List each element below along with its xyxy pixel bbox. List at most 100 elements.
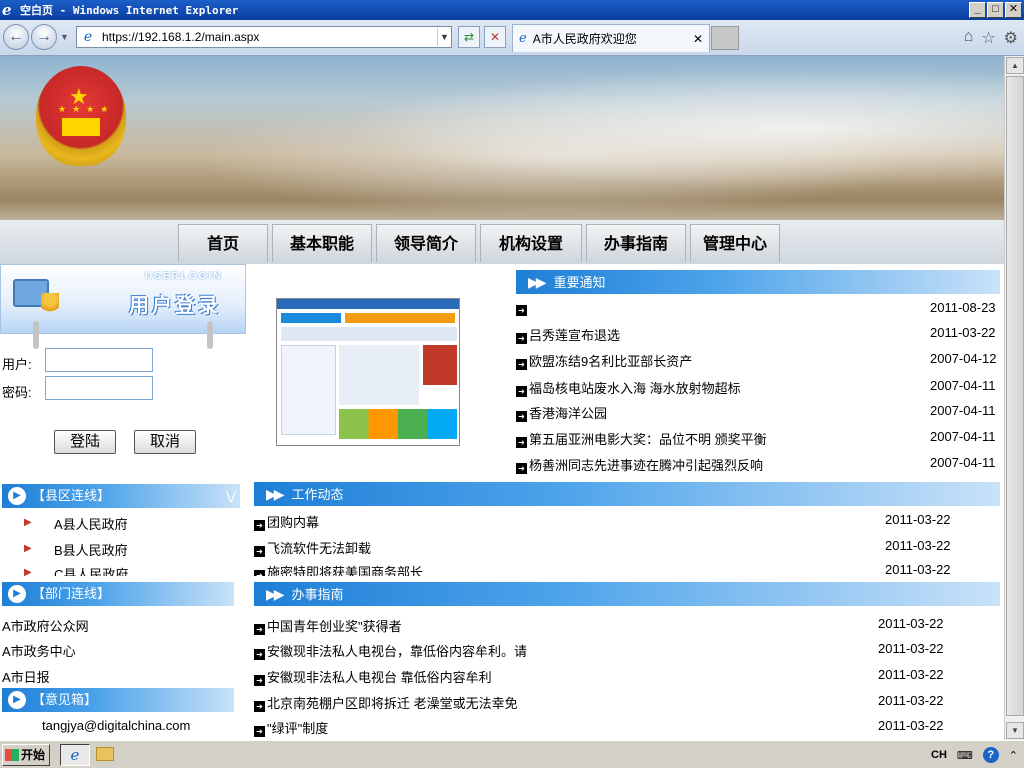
arrow-bullet-icon: ➜	[516, 437, 527, 448]
work-news-title: 工作动态	[291, 487, 344, 502]
minimize-button[interactable]: _	[969, 2, 986, 18]
address-url[interactable]: https://192.168.1.2/main.aspx	[102, 30, 437, 44]
arrow-bullet-icon: ➜	[254, 649, 265, 660]
guide-title: 办事指南	[291, 587, 344, 602]
tab-ie-icon: e	[519, 31, 527, 46]
red-arrow-icon: ▶	[24, 567, 32, 576]
favorites-star-icon[interactable]: ☆	[981, 28, 995, 48]
new-tab-button[interactable]	[711, 26, 739, 50]
start-button[interactable]: 开始	[2, 744, 50, 766]
work-news-row[interactable]: ➜ 飞流软件无法卸载	[254, 538, 371, 557]
work-news-row[interactable]: ➜ 施密特即将获美国商务部长	[254, 562, 423, 576]
notice-date: 2007-04-11	[930, 378, 996, 393]
keyboard-icon[interactable]: ⌨	[957, 749, 973, 762]
arrow-bullet-icon: ➜	[254, 624, 265, 635]
notice-row[interactable]: ➜ 吕秀莲宣布退选	[516, 325, 620, 344]
dept-links-header: ▶ 【部门连线】	[2, 582, 234, 606]
login-button[interactable]: 登陆	[54, 430, 116, 454]
nav-leaders[interactable]: 领导简介	[376, 224, 476, 262]
scroll-up-icon[interactable]: ▲	[1006, 57, 1024, 74]
guide-row[interactable]: ➜ 安徽现非法私人电视台 靠低俗内容牟利	[254, 667, 492, 686]
vertical-scrollbar[interactable]: ▲ ▼	[1004, 56, 1024, 740]
guide-row[interactable]: ➜ 北京南苑棚户区即将拆迁 老澡堂或无法幸免	[254, 693, 518, 712]
notice-date: 2011-08-23	[930, 300, 996, 315]
county-link[interactable]: B县人民政府	[54, 540, 128, 559]
dept-links-title: 【部门连线】	[32, 586, 111, 601]
arrow-bullet-icon: ➜	[516, 359, 527, 370]
password-input[interactable]	[45, 376, 153, 400]
county-links-list: ▶ A县人民政府 ▶ B县人民政府 ▶ C县人民政府	[0, 508, 240, 576]
county-link[interactable]: C县人民政府	[54, 564, 128, 576]
address-bar[interactable]: e https://192.168.1.2/main.aspx ▼	[76, 26, 452, 48]
play-circle-icon: ▶	[8, 585, 26, 603]
home-icon[interactable]: ⌂	[964, 28, 974, 48]
scroll-down-icon[interactable]: ▼	[1006, 722, 1024, 739]
website-thumbnail-image[interactable]	[276, 298, 460, 446]
cancel-button[interactable]: 取消	[134, 430, 196, 454]
nav-organization[interactable]: 机构设置	[480, 224, 582, 262]
guide-date: 2011-03-22	[878, 641, 944, 656]
address-dropdown-icon[interactable]: ▼	[437, 28, 451, 46]
nav-admin[interactable]: 管理中心	[690, 224, 780, 262]
play-circle-icon: ▶	[8, 487, 26, 505]
double-arrow-icon: ▶▶	[266, 486, 284, 502]
feedback-email-link[interactable]: tangjya@digitalchina.com	[42, 718, 190, 733]
work-news-date: 2011-03-22	[885, 538, 951, 553]
tools-gear-icon[interactable]: ⚙	[1004, 28, 1018, 48]
notice-row[interactable]: ➜ 杨善洲同志先进事迹在腾冲引起强烈反响	[516, 455, 763, 474]
national-emblem-icon: ★ ★★★★	[36, 66, 126, 166]
notice-row[interactable]: ➜ 福岛核电站废水入海 海水放射物超标	[516, 378, 741, 397]
notice-row[interactable]: ➜ 香港海洋公园	[516, 403, 607, 422]
maximize-button[interactable]: □	[987, 2, 1004, 18]
window-titlebar: e 空白页 - Windows Internet Explorer _ □ ✕	[0, 0, 1024, 20]
red-arrow-icon: ▶	[24, 543, 32, 554]
dept-link[interactable]: A市日报	[2, 667, 50, 686]
arrow-bullet-icon: ➜	[516, 411, 527, 422]
user-figure-icon	[41, 293, 59, 317]
arrow-bullet-icon: ➜	[516, 333, 527, 344]
guide-row[interactable]: ➜ 安徽现非法私人电视台，靠低俗内容牟利。请	[254, 641, 527, 660]
windows-logo-icon	[5, 749, 19, 761]
browser-tab[interactable]: e A市人民政府欢迎您 ✕	[512, 24, 710, 52]
notice-date: 2007-04-11	[930, 455, 996, 470]
scroll-thumb[interactable]	[1006, 76, 1024, 716]
system-tray: CH ⌨ ? ⌃	[931, 744, 1024, 766]
browser-toolbar: ← → ▼ e https://192.168.1.2/main.aspx ▼ …	[0, 20, 1024, 56]
notice-row[interactable]: ➜ 第五届亚洲电影大奖：品位不明 颁奖平衡	[516, 429, 767, 448]
guide-date: 2011-03-22	[878, 616, 944, 631]
taskbar-ie-icon[interactable]: e	[60, 744, 90, 766]
arrow-bullet-icon: ➜	[254, 726, 265, 737]
arrow-bullet-icon: ➜	[516, 463, 527, 474]
dept-link[interactable]: A市政府公众网	[2, 616, 89, 635]
tab-close-button[interactable]: ✕	[693, 32, 703, 46]
tab-title: A市人民政府欢迎您	[532, 32, 637, 46]
stop-button[interactable]: ✕	[484, 26, 506, 48]
ie-logo-icon: e	[2, 1, 12, 19]
arrow-bullet-icon: ➜	[254, 701, 265, 712]
history-dropdown-icon[interactable]: ▼	[60, 32, 69, 42]
notice-date: 2007-04-11	[930, 403, 996, 418]
work-news-list: ➜ 团购内幕 2011-03-22 ➜ 飞流软件无法卸载 2011-03-22 ➜ 施…	[254, 506, 1004, 576]
back-button[interactable]: ←	[3, 24, 29, 50]
notice-row[interactable]: ➜ 欧盟冻结9名利比亚部长资产	[516, 351, 692, 370]
dept-link[interactable]: A市政务中心	[2, 641, 76, 660]
guide-row[interactable]: ➜ 中国青年创业奖"获得者	[254, 616, 402, 635]
tray-expand-icon[interactable]: ⌃	[1009, 749, 1018, 762]
nav-home[interactable]: 首页	[178, 224, 268, 262]
notice-row[interactable]: ➜	[516, 300, 529, 316]
close-window-button[interactable]: ✕	[1005, 2, 1022, 18]
help-icon[interactable]: ?	[982, 747, 999, 763]
browser-right-icons: ⌂ ☆ ⚙	[964, 28, 1018, 48]
forward-button[interactable]: →	[31, 24, 57, 50]
collapse-chevron-icon[interactable]: ⋁	[226, 484, 236, 508]
guide-row[interactable]: ➜ "绿评"制度	[254, 718, 328, 737]
username-input[interactable]	[45, 348, 153, 372]
nav-functions[interactable]: 基本职能	[272, 224, 372, 262]
county-link[interactable]: A县人民政府	[54, 514, 128, 533]
input-language[interactable]: CH	[931, 749, 947, 761]
nav-guide[interactable]: 办事指南	[586, 224, 686, 262]
notice-date: 2011-03-22	[930, 325, 996, 340]
taskbar-folder-icon[interactable]	[96, 747, 114, 761]
refresh-button[interactable]: ⇄	[458, 26, 480, 48]
work-news-row[interactable]: ➜ 团购内幕	[254, 512, 319, 531]
